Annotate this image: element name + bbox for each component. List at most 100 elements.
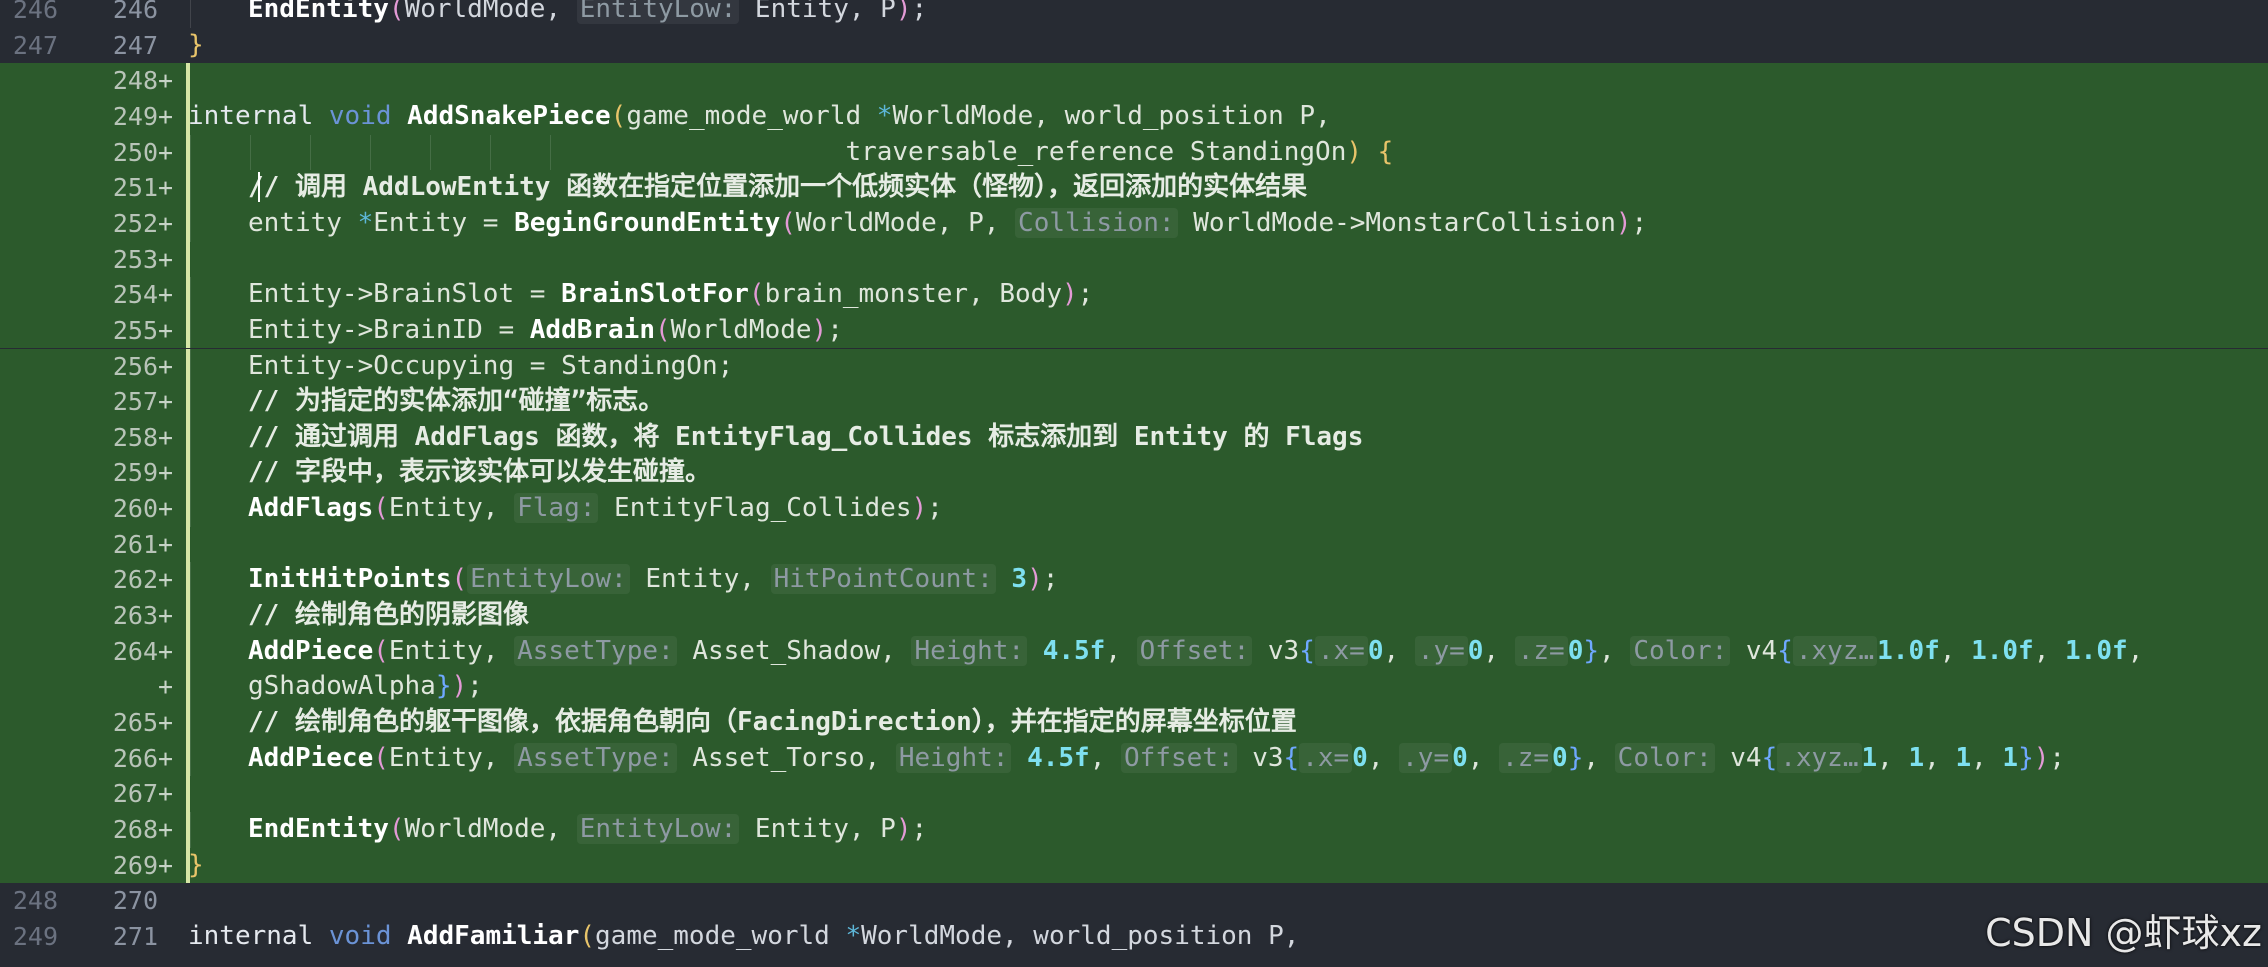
- token-id: ;: [467, 671, 483, 702]
- token-paren2: {: [1377, 136, 1394, 167]
- token-id: WorldMode,: [404, 814, 577, 844]
- code-text[interactable]: EndEntity(WorldMode, EntityLow: Entity, …: [248, 0, 927, 28]
- token-kw2: void: [328, 920, 408, 951]
- code-text[interactable]: AddPiece(Entity, AssetType: Asset_Shadow…: [248, 634, 2143, 670]
- added-code-line[interactable]: 266 + AddPiece(Entity, AssetType: Asset_To…: [0, 740, 2268, 777]
- code-text[interactable]: gShadowAlpha});: [248, 669, 483, 705]
- code-text[interactable]: // 字段中，表示该实体可以发生碰撞。: [248, 455, 711, 491]
- token-hint: .z=: [1514, 635, 1568, 666]
- code-text[interactable]: internal void AddSnakePiece(game_mode_wo…: [188, 99, 1331, 135]
- diff-added-marker: +: [158, 173, 174, 203]
- token-hint: Collision:: [1015, 207, 1178, 238]
- token-id: [1027, 636, 1043, 666]
- code-line[interactable]: 247 247}: [0, 28, 2268, 64]
- new-line-number: 269: [112, 850, 158, 880]
- indent-guide: [190, 384, 191, 420]
- added-code-line[interactable]: 263 + // 绘制角色的阴影图像: [0, 598, 2268, 634]
- new-line-number: 262: [112, 565, 158, 595]
- added-code-line[interactable]: 248 +: [0, 63, 2268, 99]
- new-line-number: 251: [112, 173, 158, 203]
- token-paren: (: [748, 279, 765, 310]
- added-code-line[interactable]: 256 + Entity->Occupying = StandingOn;: [0, 348, 2268, 385]
- code-text[interactable]: // 调用 AddLowEntity 函数在指定位置添加一个低频实体（怪物），返…: [248, 170, 1307, 206]
- code-text[interactable]: traversable_reference StandingOn) {: [188, 135, 1393, 171]
- token-id: ,: [1583, 742, 1615, 773]
- new-line-number: 257: [112, 387, 158, 417]
- diff-added-marker: +: [158, 101, 174, 131]
- token-kw: internal: [188, 100, 329, 131]
- code-text[interactable]: AddPiece(Entity, AssetType: Asset_Torso,…: [248, 741, 2065, 777]
- token-num: 1.0f: [2065, 635, 2128, 666]
- added-code-line[interactable]: 257 + // 为指定的实体添加“碰撞”标志。: [0, 384, 2268, 420]
- token-id: ,: [1924, 742, 1956, 773]
- code-text[interactable]: // 为指定的实体添加“碰撞”标志。: [248, 384, 664, 420]
- token-id: ;: [911, 0, 928, 24]
- code-line[interactable]: 249 271 internal void AddFamiliar(game_mod…: [0, 919, 2268, 955]
- diff-added-marker: +: [158, 137, 174, 167]
- added-code-line[interactable]: 264 + AddPiece(Entity, AssetType: Asset_Sh…: [0, 633, 2268, 670]
- diff-added-marker: +: [158, 636, 174, 666]
- token-hint: Height:: [895, 742, 1012, 773]
- code-text[interactable]: EndEntity(WorldMode, EntityLow: Entity, …: [248, 812, 927, 848]
- token-id: Entity, P: [739, 0, 896, 24]
- code-text[interactable]: entity *Entity = BeginGroundEntity(World…: [248, 206, 1647, 242]
- token-num: 1.0f: [1971, 635, 2034, 666]
- token-cm: // 调用 AddLowEntity 函数在指定位置添加一个低频实体（怪物），返…: [248, 172, 1308, 203]
- added-code-line[interactable]: 251 + // 调用 AddLowEntity 函数在指定位置添加一个低频实体（怪…: [0, 170, 2268, 206]
- added-code-line[interactable]: 250 + traversable_reference StandingOn) {: [0, 134, 2268, 171]
- added-code-line[interactable]: 249 + internal void AddSnakePiece(game_mod…: [0, 98, 2268, 135]
- added-code-line[interactable]: 254 + Entity->BrainSlot = BrainSlotFor(bra…: [0, 277, 2268, 313]
- token-id: ,: [1367, 742, 1400, 773]
- added-code-line[interactable]: 260 + AddFlags(Entity, Flag: EntityFlag_Co…: [0, 491, 2268, 527]
- added-code-line[interactable]: 262 + InitHitPoints(EntityLow: Entity, Hit…: [0, 562, 2268, 599]
- added-code-line[interactable]: 269 +}: [0, 847, 2268, 884]
- diff-editor[interactable]: 246 246 EndEntity(WorldMode, EntityLow: En…: [0, 0, 2268, 967]
- added-code-line[interactable]: 267 +: [0, 776, 2268, 812]
- code-text[interactable]: // 绘制角色的阴影图像: [248, 598, 529, 634]
- code-text[interactable]: Entity->BrainID = AddBrain(WorldMode);: [248, 313, 843, 349]
- code-text[interactable]: }: [188, 28, 204, 64]
- token-num: 0: [1552, 742, 1568, 773]
- code-text[interactable]: AddFlags(Entity, Flag: EntityFlag_Collid…: [248, 491, 943, 527]
- added-code-line[interactable]: 253 +: [0, 241, 2268, 278]
- indent-guide: [190, 633, 191, 670]
- token-hint: .y=: [1399, 742, 1453, 773]
- added-code-line[interactable]: 255 + Entity->BrainID = AddBrain(WorldMode…: [0, 312, 2268, 349]
- code-line[interactable]: 246 246 EndEntity(WorldMode, EntityLow: En…: [0, 0, 2268, 28]
- code-text[interactable]: }: [188, 848, 204, 884]
- added-code-line[interactable]: 259 + // 字段中，表示该实体可以发生碰撞。: [0, 455, 2268, 492]
- code-line[interactable]: 248 270: [0, 883, 2268, 919]
- added-code-line[interactable]: 258 + // 通过调用 AddFlags 函数，将 EntityFlag_Col…: [0, 419, 2268, 456]
- token-id: ,: [1105, 635, 1137, 666]
- token-paren3: }: [1567, 742, 1584, 773]
- token-hint: .xyz…: [1792, 635, 1878, 666]
- token-paren: ): [1615, 207, 1632, 238]
- token-cm: // 绘制角色的躯干图像，依据角色朝向（FacingDirection），并在指…: [248, 707, 1297, 738]
- code-text[interactable]: // 绘制角色的躯干图像，依据角色朝向（FacingDirection），并在指…: [248, 705, 1297, 741]
- token-id: v3: [1252, 635, 1300, 666]
- code-text[interactable]: Entity->Occupying = StandingOn;: [248, 349, 733, 385]
- added-code-line[interactable]: 261 +: [0, 526, 2268, 563]
- token-fn: BeginGroundEntity: [514, 207, 781, 238]
- added-code-line[interactable]: 265 + // 绘制角色的躯干图像，依据角色朝向（FacingDirection）…: [0, 705, 2268, 741]
- token-fn: BrainSlotFor: [561, 279, 749, 310]
- token-id: Asset_Shadow,: [676, 635, 912, 666]
- token-num: 0: [1352, 742, 1368, 773]
- code-text[interactable]: internal void AddFamiliar(game_mode_worl…: [188, 919, 1299, 955]
- code-text[interactable]: // 通过调用 AddFlags 函数，将 EntityFlag_Collide…: [248, 420, 1363, 456]
- token-hint: Flag:: [514, 493, 599, 524]
- token-id: ,: [1483, 635, 1515, 666]
- token-paren: ): [911, 493, 928, 524]
- code-text[interactable]: Entity->BrainSlot = BrainSlotFor(brain_m…: [248, 277, 1093, 313]
- code-text[interactable]: InitHitPoints(EntityLow: Entity, HitPoin…: [248, 562, 1058, 598]
- token-id: [996, 564, 1012, 594]
- token-paren: (: [373, 493, 389, 524]
- new-line-number: 267: [112, 779, 158, 809]
- token-hint: Height:: [911, 635, 1028, 666]
- diff-added-marker: +: [158, 565, 174, 595]
- added-code-line[interactable]: 268 + EndEntity(WorldMode, EntityLow: Enti…: [0, 812, 2268, 848]
- diff-added-marker: +: [158, 422, 174, 452]
- added-code-line[interactable]: 252 + entity *Entity = BeginGroundEntity(W…: [0, 205, 2268, 242]
- added-code-line[interactable]: + gShadowAlpha});: [0, 669, 2268, 705]
- token-kw: internal: [188, 920, 329, 951]
